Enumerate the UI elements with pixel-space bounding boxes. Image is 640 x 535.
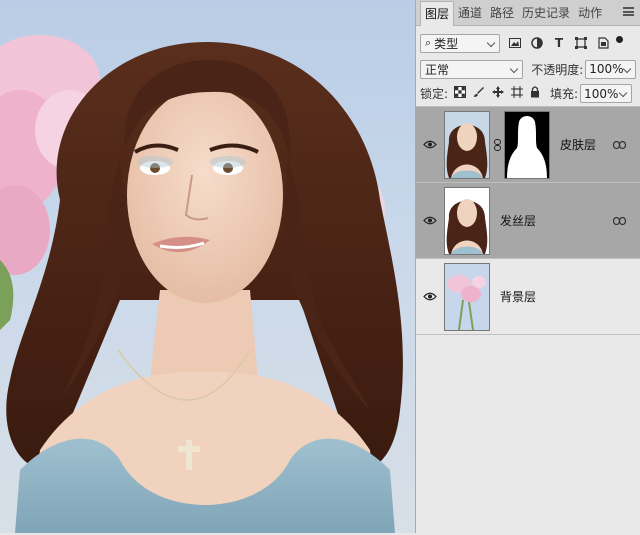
lock-position-icon[interactable]	[492, 86, 505, 101]
document-canvas[interactable]	[0, 0, 415, 533]
fill-value: 100%	[584, 86, 619, 101]
panel-menu-icon[interactable]	[623, 7, 634, 16]
layer-name[interactable]: 背景层	[500, 288, 536, 305]
search-icon: ⌕	[425, 36, 432, 49]
layer-filter-select[interactable]: ⌕ 类型	[420, 33, 500, 53]
lock-artboard-icon[interactable]	[511, 86, 524, 101]
adjustment-filter-icon[interactable]	[530, 36, 544, 50]
opacity-label: 不透明度:	[531, 62, 584, 77]
opacity-value: 100%	[589, 62, 624, 76]
tab-layers[interactable]: 图层	[420, 1, 455, 26]
tab-actions[interactable]: 动作	[574, 1, 606, 25]
lock-transparent-icon[interactable]	[454, 86, 467, 101]
shape-filter-icon[interactable]	[574, 36, 588, 50]
blend-mode-value: 正常	[425, 62, 450, 77]
tab-history[interactable]: 历史记录	[518, 1, 574, 25]
filter-value: 类型	[434, 36, 459, 51]
face	[127, 87, 283, 303]
layer-thumbnail[interactable]	[444, 262, 490, 331]
text-filter-icon[interactable]: T	[552, 36, 566, 50]
layers-empty-area	[416, 335, 640, 535]
mask-link-icon[interactable]	[490, 138, 504, 151]
lock-label: 锁定:	[420, 87, 449, 101]
portrait-photo	[0, 35, 403, 533]
lock-paint-icon[interactable]	[473, 86, 485, 101]
layers-panel: 图层 通道 路径 历史记录 动作 ⌕ 类型 T 正常 不透明度: 100% 锁定…	[415, 0, 640, 533]
layer-row-background[interactable]: 背景层	[416, 259, 640, 335]
fill-field[interactable]: 100%	[580, 84, 633, 103]
tab-channels[interactable]: 通道	[454, 1, 486, 25]
lock-all-icon[interactable]	[530, 86, 540, 101]
layer-row-hair[interactable]: 发丝层	[416, 183, 640, 259]
layer-name[interactable]: 发丝层	[500, 212, 536, 229]
tab-paths[interactable]: 路径	[486, 1, 518, 25]
eye-icon[interactable]	[416, 140, 444, 149]
layer-name[interactable]: 皮肤层	[560, 136, 596, 153]
layer-row-skin[interactable]: 皮肤层	[416, 107, 640, 183]
opacity-field[interactable]: 100%	[585, 59, 636, 79]
layer-mask-thumbnail[interactable]	[504, 110, 550, 179]
image-filter-icon[interactable]	[508, 36, 522, 50]
layer-thumbnail[interactable]	[444, 186, 490, 255]
panel-tab-bar: 图层 通道 路径 历史记录 动作	[416, 0, 640, 26]
eye-icon[interactable]	[416, 216, 444, 225]
link-icon	[612, 214, 627, 228]
eye-icon[interactable]	[416, 292, 444, 301]
link-icon	[612, 138, 627, 152]
fill-label: 填充:	[550, 87, 579, 101]
layer-thumbnail[interactable]	[444, 110, 490, 179]
filter-toggle-icon[interactable]	[616, 35, 623, 43]
blend-mode-select[interactable]: 正常	[420, 59, 524, 79]
smart-object-filter-icon[interactable]	[596, 36, 610, 50]
